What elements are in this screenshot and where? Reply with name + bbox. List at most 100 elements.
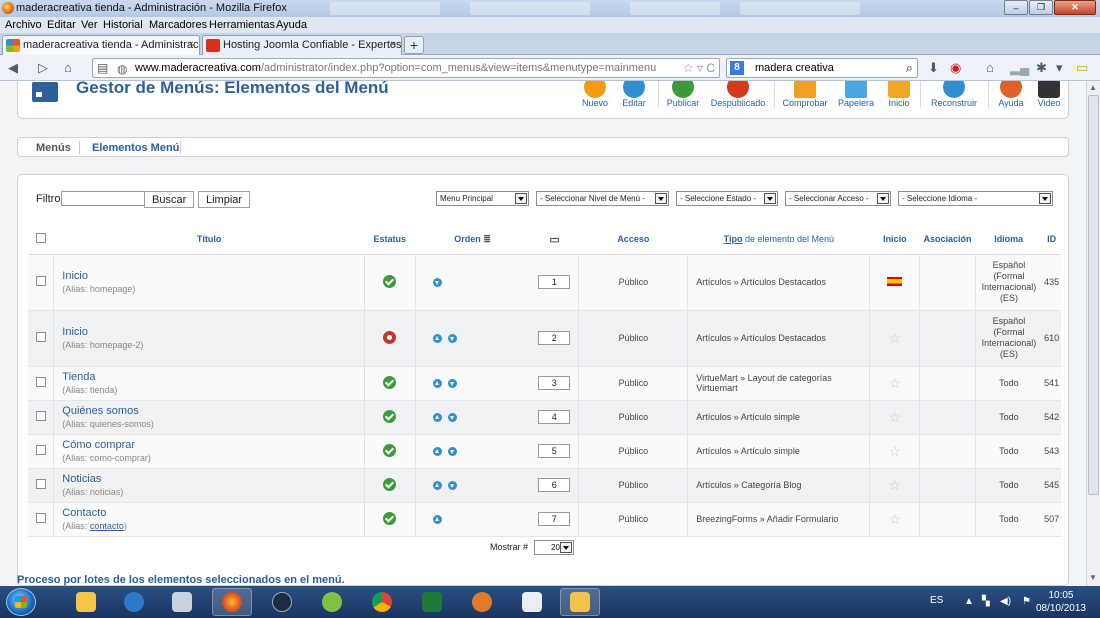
language-column-header[interactable]: Idioma [975, 225, 1043, 255]
new-tab-button[interactable]: + [404, 36, 424, 54]
row-checkbox[interactable] [35, 276, 46, 286]
download-icon[interactable]: ⬇ [928, 60, 939, 76]
status-column-header[interactable]: Estatus [364, 225, 415, 255]
forward-icon[interactable]: ▷ [38, 60, 48, 76]
bookmark-star-icon[interactable]: ☆ ▿ C [683, 61, 715, 75]
move-down-icon[interactable] [447, 334, 457, 344]
row-checkbox[interactable] [35, 445, 46, 455]
menu-item-title-link[interactable]: Inicio [62, 326, 364, 338]
row-checkbox[interactable] [35, 479, 46, 489]
menu-historial[interactable]: Historial [103, 19, 143, 31]
order-input[interactable]: 2 [538, 331, 571, 345]
menu-item-title-link[interactable]: Quiénes somos [62, 405, 364, 417]
taskbar-excel[interactable] [412, 588, 452, 616]
move-up-icon[interactable] [432, 481, 442, 491]
move-down-icon[interactable] [447, 447, 457, 457]
search-input[interactable]: madera creativa [755, 62, 834, 74]
tray-expand-icon[interactable]: ▲ [964, 596, 974, 607]
maximize-button[interactable]: ❐ [1029, 0, 1053, 15]
taskbar-tool[interactable] [462, 588, 502, 616]
star-outline-icon[interactable]: ☆ [889, 443, 902, 459]
network-icon[interactable]: ▚ [982, 596, 990, 607]
submenu-menu-items[interactable]: Elementos Menú [92, 142, 179, 154]
move-up-icon[interactable] [432, 447, 442, 457]
adblock-icon[interactable]: ◉ [950, 60, 961, 76]
select-all-checkbox[interactable] [35, 233, 46, 244]
batch-process-heading[interactable]: Proceso por lotes de los elementos selec… [17, 574, 345, 586]
close-tab-icon[interactable]: × [390, 39, 396, 50]
scroll-up-icon[interactable]: ▲ [1089, 83, 1097, 92]
back-icon[interactable]: ◀ [8, 60, 18, 76]
vertical-scrollbar[interactable]: ▲ ▼ [1086, 81, 1100, 586]
menu-item-title-link[interactable]: Contacto [62, 507, 364, 519]
move-up-icon[interactable] [432, 334, 442, 344]
menu-item-title-link[interactable]: Cómo comprar [62, 439, 364, 451]
star-outline-icon[interactable]: ☆ [889, 330, 902, 346]
taskbar-desktop[interactable] [162, 588, 202, 616]
taskbar-chrome[interactable] [362, 588, 402, 616]
star-outline-icon[interactable]: ☆ [889, 477, 902, 493]
unpublish-button[interactable]: Despublicado [708, 81, 768, 108]
access-select[interactable]: - Seleccionar Acceso - [785, 191, 891, 206]
volume-icon[interactable]: ◀) [1000, 596, 1011, 607]
clock[interactable]: 10:05 08/10/2013 [1036, 589, 1086, 615]
menu-select[interactable]: Menu Principal [436, 191, 529, 206]
taskbar-calendar[interactable] [512, 588, 552, 616]
scrollbar-thumb[interactable] [1088, 95, 1099, 495]
close-window-button[interactable]: ✕ [1054, 0, 1096, 15]
help-button[interactable]: Ayuda [994, 81, 1028, 108]
publish-button[interactable]: Publicar [663, 81, 703, 108]
search-icon[interactable]: ⌕ [906, 60, 913, 76]
taskbar-explorer[interactable] [66, 588, 106, 616]
pagination-limit-select[interactable]: 20 [534, 540, 574, 555]
published-check-icon[interactable] [383, 443, 397, 457]
order-column-header[interactable]: Orden ≣ [415, 225, 531, 255]
taskbar-firefox[interactable] [212, 588, 252, 616]
checkin-button[interactable]: Comprobar [780, 81, 830, 108]
star-outline-icon[interactable]: ☆ [889, 511, 902, 527]
row-checkbox[interactable] [35, 411, 46, 421]
published-check-icon[interactable] [383, 477, 397, 491]
start-button[interactable] [6, 588, 36, 616]
title-column-header[interactable]: Título [53, 225, 365, 255]
published-check-icon[interactable] [383, 511, 397, 525]
save-order-icon[interactable]: ▭ [549, 234, 559, 246]
spain-flag-icon[interactable] [887, 276, 903, 286]
star-outline-icon[interactable]: ☆ [889, 375, 902, 391]
search-button[interactable]: Buscar [144, 191, 195, 208]
order-input[interactable]: 3 [538, 376, 571, 390]
move-down-icon[interactable] [447, 481, 457, 491]
taskbar-paint[interactable] [560, 588, 600, 616]
edit-button[interactable]: Editar [619, 81, 649, 108]
language-indicator[interactable]: ES [930, 595, 943, 606]
flag-notification-icon[interactable]: ⚑ [1022, 596, 1031, 607]
menu-editar[interactable]: Editar [47, 19, 76, 31]
home-page-icon[interactable]: ⌂ [64, 60, 72, 76]
move-up-icon[interactable] [432, 515, 442, 525]
scroll-down-icon[interactable]: ▼ [1089, 573, 1097, 582]
overflow-icon[interactable]: ▭ [1076, 60, 1088, 76]
taskbar-movistar[interactable] [312, 588, 352, 616]
rebuild-button[interactable]: Reconstruir [926, 81, 982, 108]
menu-marcadores[interactable]: Marcadores [149, 19, 207, 31]
order-input[interactable]: 7 [538, 512, 571, 526]
menu-archivo[interactable]: Archivo [5, 19, 42, 31]
menu-item-title-link[interactable]: Tienda [62, 371, 364, 383]
minimize-button[interactable]: ‒ [1004, 0, 1028, 15]
tab-maderacreativa[interactable]: maderacreativa tienda - Administraci... … [2, 35, 200, 55]
row-checkbox[interactable] [35, 332, 46, 342]
trash-button[interactable]: Papelera [834, 81, 878, 108]
published-check-icon[interactable] [383, 409, 397, 423]
row-checkbox[interactable] [35, 377, 46, 387]
search-bar[interactable]: 8 madera creativa ⌕ [726, 58, 918, 78]
state-select[interactable]: - Seleccione Estado - [676, 191, 778, 206]
menu-item-title-link[interactable]: Inicio [62, 270, 364, 282]
level-select[interactable]: - Seleccionar Nivel de Menú - [536, 191, 669, 206]
menu-herramientas[interactable]: Herramientas [209, 19, 275, 31]
star-outline-icon[interactable]: ☆ [889, 409, 902, 425]
move-down-icon[interactable] [432, 278, 442, 288]
unpublished-icon[interactable] [383, 330, 397, 344]
extension-icon[interactable]: ✱ [1036, 60, 1047, 76]
access-column-header[interactable]: Acceso [578, 225, 688, 255]
menu-ver[interactable]: Ver [81, 19, 98, 31]
